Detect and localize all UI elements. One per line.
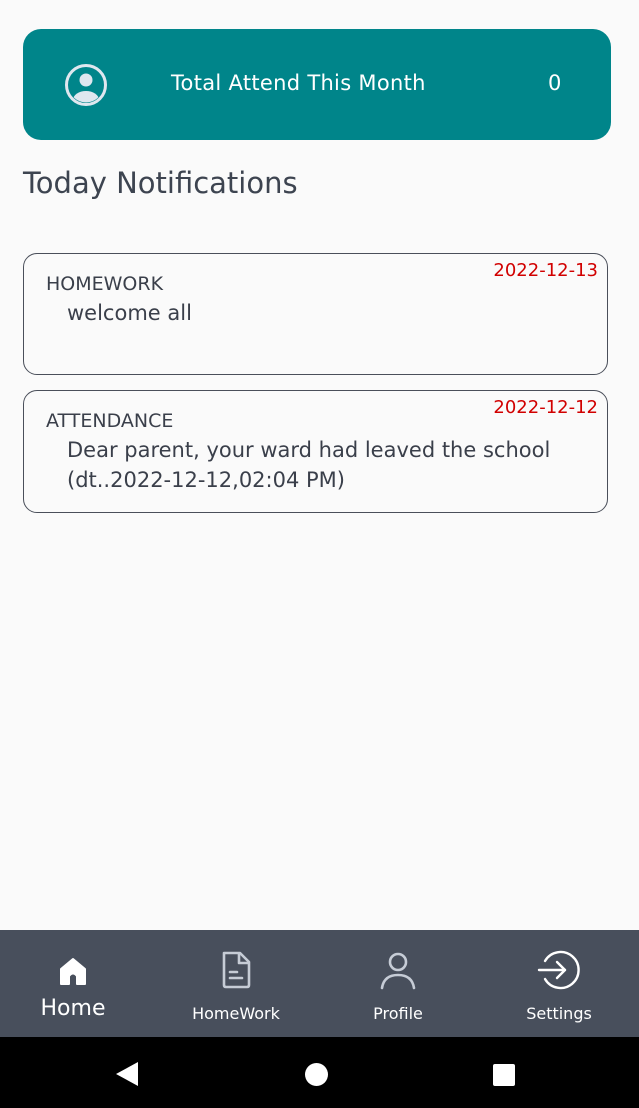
notification-type: HOMEWORK — [46, 273, 164, 295]
attendance-summary-card: Total Attend This Month 0 — [23, 29, 611, 140]
user-avatar-icon — [65, 64, 107, 106]
document-icon — [222, 951, 251, 989]
bottom-navigation: Home HomeWork Profile Settings — [0, 930, 639, 1037]
nav-label-homework: HomeWork — [192, 1004, 280, 1023]
nav-item-home[interactable]: Home — [0, 930, 153, 1037]
nav-label-home: Home — [40, 996, 106, 1021]
system-navigation-bar — [0, 1037, 639, 1108]
notification-card[interactable]: 2022-12-13 HOMEWORK welcome all — [23, 253, 608, 375]
attendance-count: 0 — [548, 71, 562, 95]
notification-message: welcome all — [67, 301, 192, 325]
nav-label-profile: Profile — [373, 1004, 423, 1023]
notification-type: ATTENDANCE — [46, 410, 174, 432]
notification-message: Dear parent, your ward had leaved the sc… — [67, 438, 551, 492]
logout-arrow-icon — [537, 950, 580, 990]
nav-item-homework[interactable]: HomeWork — [156, 930, 316, 1037]
person-icon — [380, 952, 416, 990]
recents-icon[interactable] — [492, 1063, 516, 1087]
nav-label-settings: Settings — [526, 1004, 592, 1023]
nav-item-profile[interactable]: Profile — [318, 930, 478, 1037]
nav-item-settings[interactable]: Settings — [479, 930, 639, 1037]
back-icon[interactable] — [114, 1061, 140, 1087]
notification-card[interactable]: 2022-12-12 ATTENDANCE Dear parent, your … — [23, 390, 608, 513]
attendance-label: Total Attend This Month — [171, 71, 426, 95]
home-icon — [60, 958, 86, 985]
notification-date: 2022-12-12 — [493, 397, 598, 418]
home-circle-icon[interactable] — [304, 1062, 329, 1087]
notification-date: 2022-12-13 — [493, 260, 598, 281]
notifications-title: Today Notifications — [23, 166, 298, 200]
